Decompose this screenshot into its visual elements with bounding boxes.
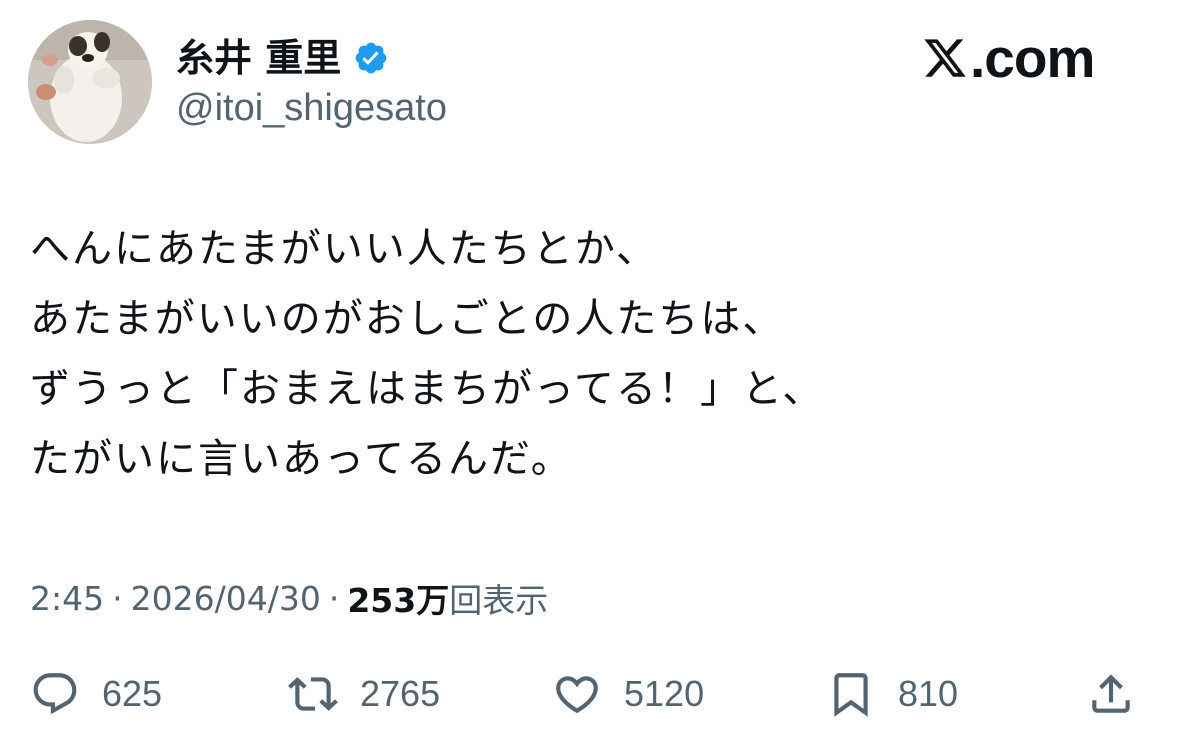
share-button[interactable] — [1086, 662, 1136, 726]
meta-separator: · — [112, 578, 123, 618]
x-logo-icon — [924, 39, 966, 77]
like-count: 5120 — [624, 673, 705, 714]
tweet-date[interactable]: 2026/04/30 — [131, 579, 321, 618]
avatar-dog-photo — [28, 20, 152, 144]
tweet-line: へんにあたまがいい人たちとか、 — [30, 226, 658, 272]
meta-separator: · — [328, 578, 340, 618]
retweet-button[interactable]: 2765 — [288, 662, 440, 726]
tweet-text: へんにあたまがいい人たちとか、 あたまがいいのがおしごとの人たちは、 ずうっと「… — [30, 214, 1150, 494]
author-display-name[interactable]: 糸井 重里 — [176, 39, 341, 77]
bookmark-button[interactable]: 810 — [826, 662, 958, 726]
tweet-time[interactable]: 2:45 — [30, 579, 104, 618]
tweet-line: ずうっと「おまえはまちがってる！」と、 — [30, 366, 825, 412]
author-handle[interactable]: @itoi_shigesato — [176, 84, 447, 132]
author-name-row[interactable]: 糸井 重里 — [176, 32, 389, 84]
retweet-icon — [288, 677, 338, 711]
bookmark-count: 810 — [898, 673, 959, 714]
action-bar: 625 2765 5120 810 — [0, 662, 1179, 726]
x-logo-domain: .com — [970, 26, 1095, 89]
heart-icon — [556, 676, 598, 714]
x-logo: .com — [922, 26, 1095, 89]
bookmark-icon — [834, 673, 868, 717]
views-label: 回表示 — [449, 581, 549, 620]
reply-icon — [33, 673, 77, 715]
verified-badge-icon — [353, 40, 389, 76]
avatar[interactable] — [28, 20, 152, 144]
tweet-line: たがいに言いあってるんだ。 — [30, 436, 573, 482]
tweet-line: あたまがいいのがおしごとの人たちは、 — [30, 296, 785, 342]
reply-button[interactable]: 625 — [30, 662, 162, 726]
views-count: 253万 — [347, 581, 450, 620]
reply-count: 625 — [102, 673, 163, 714]
retweet-count: 2765 — [360, 673, 441, 714]
like-button[interactable]: 5120 — [552, 662, 704, 726]
tweet-meta: 2:45 · 2026/04/30 · 253万 回表示 — [30, 572, 548, 624]
share-icon — [1092, 674, 1130, 713]
